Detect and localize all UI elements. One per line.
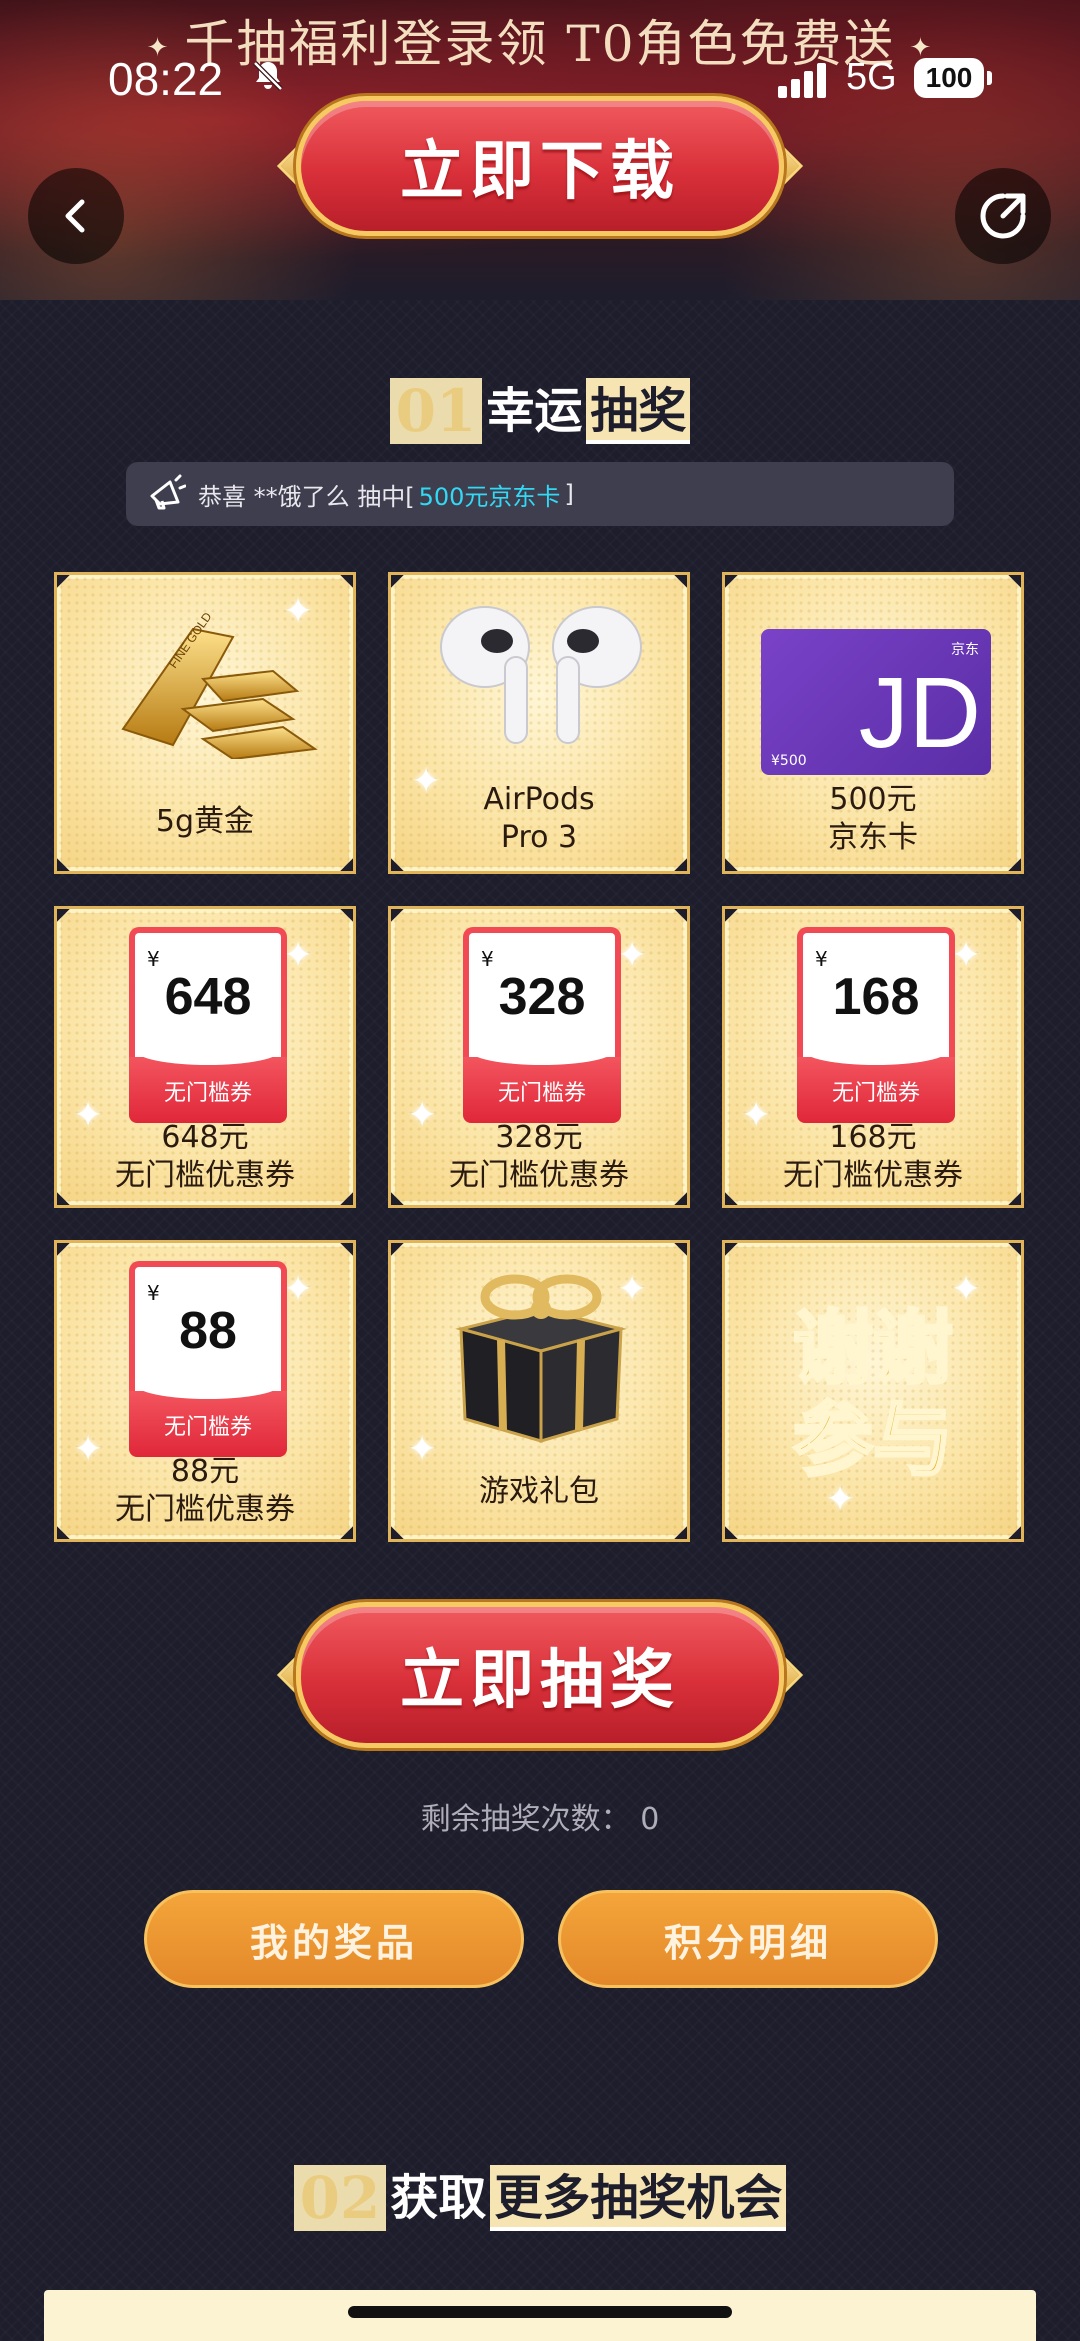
sparkle-icon: ✦ bbox=[407, 1429, 438, 1470]
card-brand: 京东 bbox=[951, 642, 979, 658]
prize-label-line2: Pro 3 bbox=[500, 820, 578, 855]
draw-now-button[interactable]: 立即抽奖 bbox=[276, 1602, 804, 1748]
sparkle-icon: ✦ bbox=[283, 935, 314, 976]
prize-tile-coupon-328: ✦ ✦ ¥ 328 无门槛券 328元 无门槛优惠券 bbox=[388, 906, 690, 1208]
coupon-amount: 88 bbox=[179, 1302, 237, 1360]
coupon-tag: 无门槛券 bbox=[129, 1369, 287, 1457]
prize-label-line1: 328元 bbox=[495, 1120, 583, 1155]
section-number: 01 bbox=[389, 378, 483, 444]
bell-mute-icon bbox=[253, 61, 283, 91]
draw-now-label: 立即抽奖 bbox=[296, 1602, 784, 1748]
download-now-button[interactable]: 立即下载 bbox=[276, 96, 804, 236]
download-now-label: 立即下载 bbox=[296, 96, 784, 236]
coupon-tag: 无门槛券 bbox=[797, 1035, 955, 1123]
prize-label-line1: AirPods bbox=[483, 782, 595, 817]
megaphone-icon bbox=[150, 474, 186, 510]
chevron-left-icon bbox=[65, 199, 85, 233]
prize-label-line1: 88元 bbox=[170, 1454, 240, 1489]
prize-label-line2: 无门槛优惠券 bbox=[449, 1158, 629, 1193]
coupon-amount: 168 bbox=[832, 968, 920, 1026]
section-more-chances-title: 02 获取 更多抽奖机会 bbox=[0, 2165, 1080, 2245]
prize-tile-game-gift: ✦ ✦ 游戏礼包 bbox=[388, 1240, 690, 1542]
section-title-lead: 获取 bbox=[390, 2170, 487, 2226]
my-prizes-button[interactable]: 我的奖品 bbox=[144, 1890, 524, 1988]
prize-label: 5g黄金 bbox=[155, 804, 255, 839]
coupon-amount: 328 bbox=[498, 968, 586, 1026]
card-value: ¥500 bbox=[771, 753, 807, 769]
coupon-image: ¥ 88 无门槛券 bbox=[129, 1261, 287, 1457]
jd-logo: JD bbox=[858, 657, 981, 769]
coupon-image: ¥ 328 无门槛券 bbox=[463, 927, 621, 1123]
home-indicator[interactable] bbox=[348, 2306, 732, 2318]
sparkle-icon: ✦ bbox=[617, 935, 648, 976]
section-title-tail: 抽奖 bbox=[586, 378, 691, 444]
prize-tile-coupon-648: ✦ ✦ ¥ 648 无门槛券 648元 无门槛优惠券 bbox=[54, 906, 356, 1208]
prize-tile-airpods: ✦ AirPods Pro 3 bbox=[388, 572, 690, 874]
prize-label-line2: 无门槛优惠券 bbox=[115, 1492, 295, 1527]
share-button[interactable] bbox=[955, 168, 1051, 264]
prize-label-line2: 无门槛优惠券 bbox=[783, 1158, 963, 1193]
coupon-amount: 648 bbox=[164, 968, 252, 1026]
prize-tile-thanks: ✦ ✦ 谢谢 参与 bbox=[722, 1240, 1024, 1542]
network-type: 5G bbox=[846, 56, 897, 98]
points-detail-button[interactable]: 积分明细 bbox=[558, 1890, 938, 1988]
gold-bars-image: FINE GOLD bbox=[121, 609, 318, 759]
signal-icon bbox=[778, 63, 826, 98]
share-icon bbox=[980, 193, 1026, 239]
coupon-image: ¥ 168 无门槛券 bbox=[797, 927, 955, 1123]
prize-label-line1: 648元 bbox=[161, 1120, 249, 1155]
prize-tile-coupon-88: ✦ ✦ ¥ 88 无门槛券 88元 无门槛优惠券 bbox=[54, 1240, 356, 1542]
battery-indicator: 100 bbox=[914, 58, 992, 98]
status-time: 08:22 bbox=[108, 53, 224, 105]
coupon-image: ¥ 648 无门槛券 bbox=[129, 927, 287, 1123]
prize-label-line1: 168元 bbox=[829, 1120, 917, 1155]
thanks-text: 谢谢 参与 bbox=[725, 1301, 1021, 1488]
sparkle-icon: ✦ bbox=[283, 1269, 314, 1310]
section-lucky-draw-title: 01 幸运 抽奖 bbox=[0, 378, 1080, 458]
prize-label-line2: 无门槛优惠券 bbox=[115, 1158, 295, 1193]
prize-tile-jd-card: 京东 JD ¥500 500元 京东卡 bbox=[722, 572, 1024, 874]
jd-gift-card: 京东 JD ¥500 bbox=[761, 629, 991, 775]
gift-box-image bbox=[455, 1274, 627, 1443]
thanks-line2: 参与 bbox=[792, 1393, 955, 1488]
prize-tile-coupon-168: ✦ ✦ ¥ 168 无门槛券 168元 无门槛优惠券 bbox=[722, 906, 1024, 1208]
notice-prefix: 恭喜 **饿了么 抽中[ bbox=[198, 482, 415, 511]
section-number: 02 bbox=[293, 2165, 387, 2231]
prize-label-line1: 500元 bbox=[829, 782, 917, 817]
remaining-draws: 剩余抽奖次数： 0 bbox=[420, 1802, 660, 1837]
prize-label: 游戏礼包 bbox=[479, 1474, 599, 1509]
thanks-line1: 谢谢 bbox=[792, 1301, 955, 1396]
coupon-tag: 无门槛券 bbox=[463, 1035, 621, 1123]
coupon-tag: 无门槛券 bbox=[129, 1035, 287, 1123]
notice-prize: 500元京东卡 bbox=[418, 482, 561, 511]
winner-notice: 恭喜 **饿了么 抽中[ 500元京东卡 ] bbox=[126, 462, 954, 526]
section-title-lead: 幸运 bbox=[486, 383, 583, 439]
airpods-image bbox=[440, 606, 642, 744]
sparkle-icon: ✦ bbox=[951, 935, 982, 976]
prize-tile-gold: ✦ FINE GOLD 5g黄金 bbox=[54, 572, 356, 874]
prize-label-line2: 京东卡 bbox=[828, 820, 918, 855]
back-button[interactable] bbox=[28, 168, 124, 264]
section-title-tail: 更多抽奖机会 bbox=[490, 2165, 787, 2231]
notice-suffix: ] bbox=[564, 480, 574, 508]
